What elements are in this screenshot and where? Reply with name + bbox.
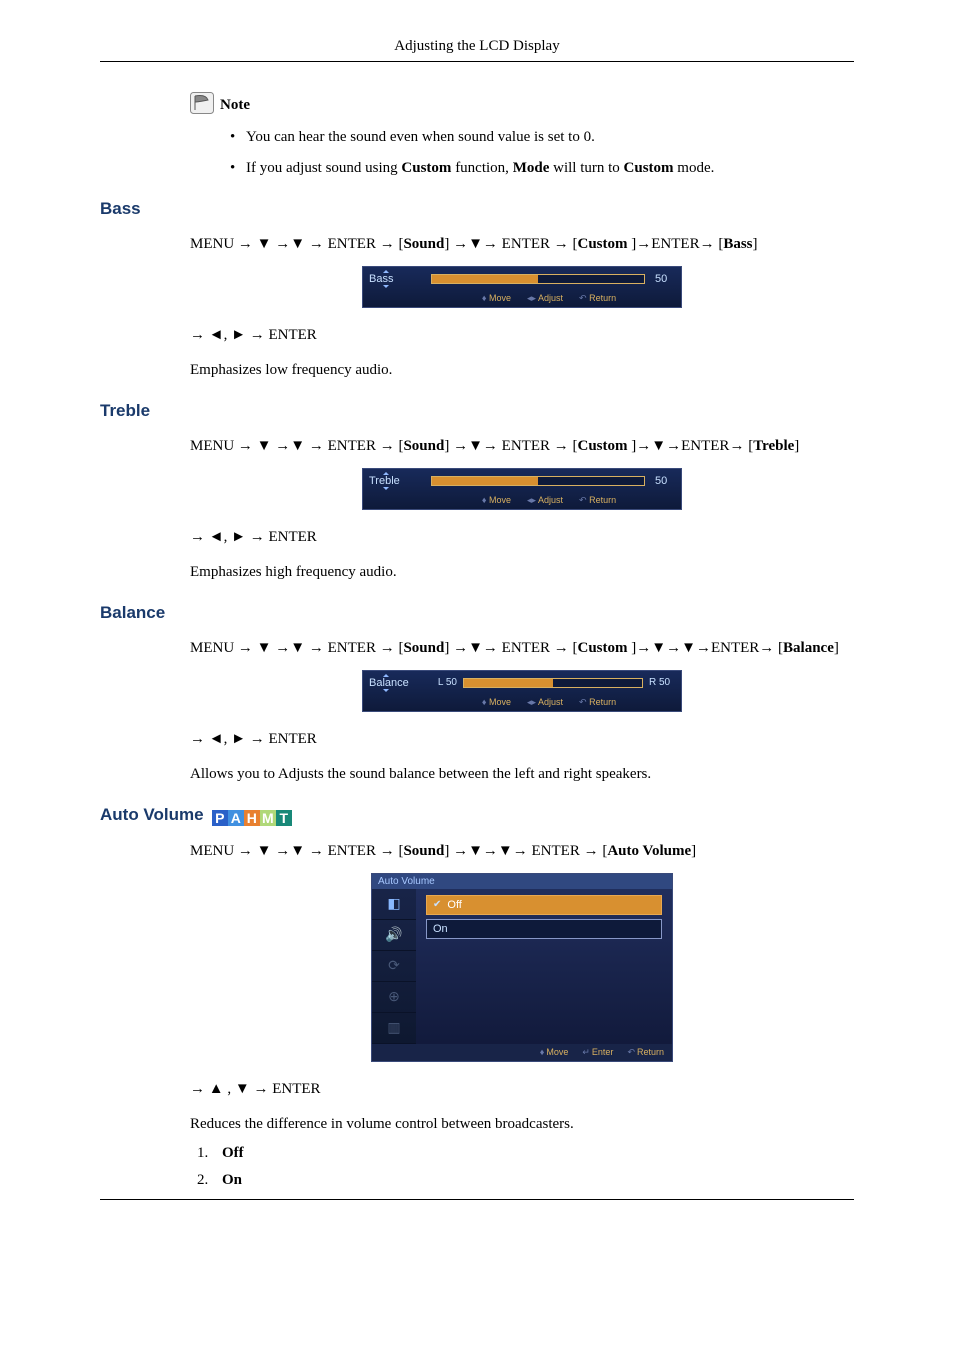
osd-balance-slider[interactable] — [463, 678, 643, 688]
osd-panel-title: Auto Volume — [372, 874, 672, 889]
note-block: Note You can hear the sound even when so… — [190, 92, 854, 177]
option-off[interactable]: ✔ Off — [426, 895, 662, 915]
nav-adjust-treble: → ◄, ► → ENTER — [190, 526, 854, 549]
section-title-balance: Balance — [100, 603, 854, 623]
note-icon — [190, 92, 214, 114]
osd-auto-volume-panel: Auto Volume ◧ 🔊 ⟳ ⊕ ▥ ✔ Off — [371, 873, 673, 1062]
section-title-treble: Treble — [100, 401, 854, 421]
osd-panel-sidebar: ◧ 🔊 ⟳ ⊕ ▥ — [372, 889, 416, 1044]
osd-treble-slider[interactable] — [431, 476, 645, 486]
picture-icon[interactable]: ◧ — [372, 889, 416, 920]
nav-sequence-bass: MENU → ▼ →▼ → ENTER → [Sound] →▼→ ENTER … — [190, 233, 854, 256]
setup-icon[interactable]: ⟳ — [372, 951, 416, 982]
desc-auto-volume: Reduces the difference in volume control… — [190, 1116, 854, 1133]
desc-treble: Emphasizes high frequency audio. — [190, 564, 854, 581]
footer-rule — [100, 1199, 854, 1200]
source-icon[interactable]: ⊕ — [372, 982, 416, 1013]
option-on[interactable]: On — [426, 919, 662, 939]
nav-sequence-treble: MENU → ▼ →▼ → ENTER → [Sound] →▼→ ENTER … — [190, 435, 854, 458]
note-label: Note — [220, 97, 250, 114]
osd-bass: Bass 50 ♦ Move ◂▸ Adjust ↶ Return — [362, 266, 682, 308]
desc-balance: Allows you to Adjusts the sound balance … — [190, 766, 854, 783]
osd-balance: Balance L 50 R 50 ♦ Move ◂▸ Adjust ↶ Ret… — [362, 670, 682, 712]
section-title-bass: Bass — [100, 199, 854, 219]
check-icon: ✔ — [433, 899, 441, 910]
desc-bass: Emphasizes low frequency audio. — [190, 362, 854, 379]
pahmt-badge: PAHMT — [212, 810, 292, 826]
osd-bass-label: Bass — [369, 273, 421, 285]
osd-bass-slider[interactable] — [431, 274, 645, 284]
osd-treble-value: 50 — [655, 475, 675, 487]
note-item: You can hear the sound even when sound v… — [246, 129, 854, 146]
osd-treble-label: Treble — [369, 475, 421, 487]
multi-icon[interactable]: ▥ — [372, 1013, 416, 1044]
nav-sequence-auto-volume: MENU → ▼ →▼ → ENTER → [Sound] →▼→▼→ ENTE… — [190, 840, 854, 863]
page-header: Adjusting the LCD Display — [100, 38, 854, 55]
osd-balance-left: L 50 — [431, 677, 457, 688]
osd-bass-value: 50 — [655, 273, 675, 285]
nav-adjust-balance: → ◄, ► → ENTER — [190, 728, 854, 751]
note-item: If you adjust sound using Custom functio… — [246, 160, 854, 177]
nav-adjust-auto-volume: → ▲ , ▼ → ENTER — [190, 1078, 854, 1101]
osd-balance-right: R 50 — [649, 677, 675, 688]
nav-adjust-bass: → ◄, ► → ENTER — [190, 324, 854, 347]
section-title-auto-volume: Auto Volume PAHMT — [100, 805, 854, 826]
sound-icon[interactable]: 🔊 — [372, 920, 416, 951]
nav-sequence-balance: MENU → ▼ →▼ → ENTER → [Sound] →▼→ ENTER … — [190, 637, 854, 660]
auto-volume-options: Off On — [190, 1145, 854, 1189]
osd-balance-label: Balance — [369, 677, 421, 689]
osd-treble: Treble 50 ♦ Move ◂▸ Adjust ↶ Return — [362, 468, 682, 510]
